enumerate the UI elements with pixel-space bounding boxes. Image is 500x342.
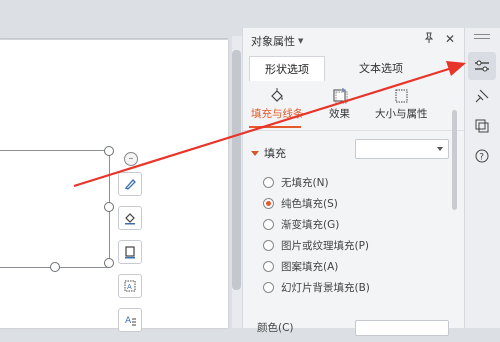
fill-option-none[interactable]: 无填充(N): [263, 172, 370, 193]
chevron-down-icon: [437, 147, 443, 151]
text-wrap-icon[interactable]: A: [118, 274, 142, 298]
fill-section-title: 填充: [264, 147, 286, 160]
object-properties-panel: 对象属性 ▼ ✕ 形状选项 文本选项 填充与线条 效果 大小与属性 填充 无填充…: [242, 28, 465, 336]
tab-text-options[interactable]: 文本选项: [351, 56, 411, 80]
resize-handle-bottom-right[interactable]: [104, 258, 114, 268]
radio-label: 幻灯片背景填充(B): [281, 282, 370, 294]
svg-text:A: A: [125, 316, 132, 326]
subtab-fill-and-line[interactable]: 填充与线条: [251, 86, 304, 121]
divider: [243, 130, 465, 131]
subtab-label: 填充与线条: [251, 108, 304, 120]
pin-icon[interactable]: [468, 82, 496, 110]
fill-option-pattern[interactable]: 图案填充(A): [263, 256, 370, 277]
effects-icon: [330, 86, 350, 106]
panel-tabs: 形状选项 文本选项: [249, 56, 459, 81]
radio-label: 纯色填充(S): [281, 198, 338, 210]
subtab-label: 大小与属性: [375, 108, 428, 120]
subtab-effects[interactable]: 效果: [329, 86, 350, 121]
chevron-down-icon[interactable]: ▼: [298, 37, 303, 45]
text-style-icon[interactable]: A: [118, 308, 142, 332]
outline-icon[interactable]: [118, 240, 142, 264]
panel-subtabs: 填充与线条 效果 大小与属性: [251, 86, 461, 128]
svg-text:A: A: [127, 283, 132, 291]
resize-handle-top-right[interactable]: [104, 146, 114, 156]
size-properties-icon: [391, 86, 411, 106]
shape-floating-toolbar: A A: [118, 172, 142, 342]
fill-icon[interactable]: [118, 206, 142, 230]
transition-icon[interactable]: [468, 112, 496, 140]
panel-title[interactable]: 对象属性: [251, 33, 295, 49]
radio-button[interactable]: [263, 261, 274, 272]
tab-shape-options[interactable]: 形状选项: [249, 56, 325, 81]
canvas-scrollbar-thumb[interactable]: [232, 50, 241, 290]
radio-button-selected[interactable]: [263, 198, 274, 209]
radio-label: 渐变填充(G): [281, 219, 340, 231]
fill-option-solid[interactable]: 纯色填充(S): [263, 193, 370, 214]
radio-button[interactable]: [263, 177, 274, 188]
subtab-size-properties[interactable]: 大小与属性: [375, 86, 428, 121]
shape-style-icon[interactable]: [118, 172, 142, 196]
fill-option-slide-background[interactable]: 幻灯片背景填充(B): [263, 277, 370, 298]
collapse-toolbar-icon[interactable]: –: [124, 152, 138, 166]
radio-button[interactable]: [263, 282, 274, 293]
fill-section-toggle[interactable]: 填充: [251, 145, 286, 161]
pin-panel-icon[interactable]: [423, 32, 435, 47]
radio-button[interactable]: [263, 219, 274, 230]
selected-shape[interactable]: [0, 150, 110, 268]
rail-menu-icon[interactable]: [474, 34, 490, 42]
page-edge: [0, 38, 228, 39]
radio-label: 无填充(N): [281, 177, 329, 189]
fill-option-picture-texture[interactable]: 图片或纹理填充(P): [263, 235, 370, 256]
fill-bucket-icon: [267, 86, 287, 106]
close-icon[interactable]: ✕: [445, 32, 455, 47]
color-picker-field[interactable]: [355, 320, 449, 336]
radio-label: 图片或纹理填充(P): [281, 240, 370, 252]
resize-handle-bottom[interactable]: [50, 262, 60, 272]
svg-text:?: ?: [479, 153, 484, 163]
fill-options: 无填充(N) 纯色填充(S) 渐变填充(G) 图片或纹理填充(P) 图案填充(A…: [263, 172, 370, 298]
active-subtab-indicator: [249, 126, 301, 128]
panel-header: 对象属性 ▼ ✕: [251, 32, 461, 50]
subtab-label: 效果: [329, 108, 350, 120]
fill-color-dropdown[interactable]: [355, 139, 449, 159]
help-icon[interactable]: ?: [468, 142, 496, 170]
radio-button[interactable]: [263, 240, 274, 251]
collapse-triangle-icon: [251, 150, 259, 156]
property-settings-icon[interactable]: [468, 52, 496, 80]
panel-scrollbar[interactable]: [452, 110, 457, 210]
resize-handle-right[interactable]: [104, 202, 114, 212]
radio-label: 图案填充(A): [281, 261, 339, 273]
fill-option-gradient[interactable]: 渐变填充(G): [263, 214, 370, 235]
